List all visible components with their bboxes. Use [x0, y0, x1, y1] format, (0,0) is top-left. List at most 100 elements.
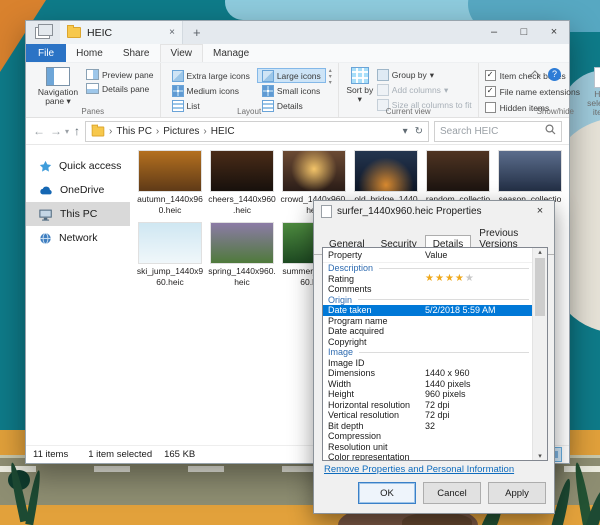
property-row[interactable]: Rating★★★★★	[323, 274, 533, 285]
file-thumbnail[interactable]	[211, 151, 273, 191]
chevron-down-icon: ▾	[67, 96, 71, 106]
navigation-pane-button[interactable]: Navigation pane ▾	[32, 67, 84, 106]
search-input[interactable]: Search HEIC	[434, 121, 562, 142]
layout-large-icons[interactable]: Large icons	[257, 68, 326, 83]
forward-icon[interactable]: →	[50, 124, 62, 138]
maximize-button[interactable]: □	[509, 21, 539, 44]
rating-star[interactable]: ★	[465, 273, 475, 284]
property-row[interactable]: Height960 pixels	[323, 389, 533, 400]
item-count: 11 items	[33, 449, 68, 460]
layout-extra-large-icons[interactable]: Extra large icons	[167, 68, 255, 83]
group-by-button[interactable]: Group by ▾	[377, 69, 472, 81]
file-thumbnail[interactable]	[499, 151, 561, 191]
close-button[interactable]: ×	[539, 21, 569, 44]
search-placeholder: Search HEIC	[440, 126, 498, 137]
refresh-icon[interactable]: ↻	[415, 126, 423, 137]
property-row[interactable]: Dimensions1440 x 960	[323, 368, 533, 379]
cancel-button[interactable]: Cancel	[423, 482, 481, 504]
tab-share[interactable]: Share	[113, 44, 160, 62]
sidebar-item-this-pc[interactable]: This PC	[26, 202, 130, 226]
property-row[interactable]: Resolution unit	[323, 442, 533, 453]
apply-button[interactable]: Apply	[488, 482, 546, 504]
sidebar-item-onedrive[interactable]: OneDrive	[26, 178, 130, 202]
back-icon[interactable]: ←	[33, 124, 45, 138]
property-row[interactable]: Compression	[323, 431, 533, 442]
scrollbar-thumb[interactable]	[535, 258, 545, 316]
property-row[interactable]: Vertical resolution72 dpi	[323, 410, 533, 421]
file-thumbnail[interactable]	[139, 223, 201, 263]
breadcrumb[interactable]: › This PC › Pictures › HEIC ▾ ↻	[85, 121, 429, 142]
breadcrumb-heic[interactable]: HEIC	[211, 126, 235, 137]
scroll-up-icon[interactable]: ▴	[538, 248, 542, 256]
tab-file[interactable]: File	[26, 44, 66, 62]
file-item[interactable]: ski_jump_1440x960.heic	[135, 223, 205, 295]
property-row[interactable]: Bit depth32	[323, 421, 533, 432]
remove-properties-link[interactable]: Remove Properties and Personal Informati…	[324, 464, 514, 475]
location-folder-icon	[92, 126, 105, 136]
property-row[interactable]: Image ID	[323, 358, 533, 369]
rating-star[interactable]: ★	[425, 273, 435, 284]
file-thumbnail[interactable]	[283, 151, 345, 191]
file-item[interactable]: cheers_1440x960.heic	[207, 151, 277, 223]
collapse-ribbon-icon[interactable]	[529, 70, 540, 81]
property-row[interactable]: Date taken5/2/2018 5:59 AM	[323, 305, 533, 316]
tab-close-icon[interactable]: ×	[169, 27, 175, 38]
tab-manage[interactable]: Manage	[203, 44, 259, 62]
layout-medium-icons[interactable]: Medium icons	[167, 83, 255, 98]
preview-pane-button[interactable]: Preview pane	[86, 69, 154, 80]
tab-home[interactable]: Home	[66, 44, 113, 62]
ok-button[interactable]: OK	[358, 482, 416, 504]
file-name: ski_jump_1440x960.heic	[137, 266, 203, 287]
title-bar[interactable]: HEIC × + – □ ×	[26, 21, 569, 44]
recent-locations-icon[interactable]: ▾	[65, 127, 69, 136]
breadcrumb-this-pc[interactable]: This PC	[116, 126, 152, 137]
column-value[interactable]: Value	[425, 250, 447, 260]
gallery-more-icon[interactable]: ▾	[329, 80, 332, 86]
dialog-title-bar[interactable]: surfer_1440x960.heic Properties ×	[314, 201, 554, 221]
rating-star[interactable]: ★	[445, 273, 455, 284]
sidebar-item-quick-access[interactable]: Quick access	[26, 154, 130, 178]
property-row[interactable]: Comments	[323, 284, 533, 295]
explorer-tab[interactable]: HEIC ×	[60, 21, 183, 44]
breadcrumb-pictures[interactable]: Pictures	[163, 126, 199, 137]
property-row[interactable]: Copyright	[323, 337, 533, 348]
property-row[interactable]: Horizontal resolution72 dpi	[323, 400, 533, 411]
new-tab-button[interactable]: +	[193, 25, 201, 40]
minimize-button[interactable]: –	[479, 21, 509, 44]
scroll-down-icon[interactable]: ▾	[538, 452, 542, 460]
file-thumbnail[interactable]	[211, 223, 273, 263]
file-item[interactable]: autumn_1440x960.heic	[135, 151, 205, 223]
column-property[interactable]: Property	[323, 250, 425, 260]
dialog-scrollbar[interactable]: ▴ ▾	[532, 248, 547, 460]
help-icon[interactable]: ?	[548, 68, 561, 81]
file-thumbnail[interactable]	[355, 151, 417, 191]
property-row[interactable]: Date acquired	[323, 326, 533, 337]
ribbon-checkbox[interactable]: ✓File name extensions	[485, 85, 580, 98]
sidebar-item-network[interactable]: Network	[26, 226, 130, 250]
tab-view[interactable]: View	[160, 44, 204, 62]
rating-star[interactable]: ★	[455, 273, 465, 284]
details-pane-button[interactable]: Details pane	[86, 83, 154, 94]
file-item[interactable]: spring_1440x960.heic	[207, 223, 277, 295]
sort-by-button[interactable]: Sort by ▾	[345, 67, 375, 104]
up-icon[interactable]: ↑	[74, 124, 80, 138]
this-pc-monitor-icon	[39, 208, 53, 221]
hide-selected-items-icon	[594, 67, 600, 88]
preview-pane-icon	[86, 69, 99, 80]
layout-small-icons[interactable]: Small icons	[257, 83, 326, 98]
property-section-header: Image	[323, 347, 533, 358]
property-row[interactable]: Program name	[323, 316, 533, 327]
search-icon[interactable]	[545, 124, 556, 138]
file-thumbnail[interactable]	[427, 151, 489, 191]
breadcrumb-separator: ›	[109, 126, 112, 137]
extra-large-icons-icon	[172, 70, 184, 82]
add-columns-button[interactable]: Add columns ▾	[377, 84, 472, 96]
address-dropdown-icon[interactable]: ▾	[403, 126, 408, 137]
property-row[interactable]: Width1440 pixels	[323, 379, 533, 390]
checkbox-icon[interactable]: ✓	[485, 86, 496, 97]
checkbox-icon[interactable]: ✓	[485, 70, 496, 81]
property-row[interactable]: Color representation	[323, 452, 533, 461]
dialog-close-icon[interactable]: ×	[526, 201, 554, 221]
rating-star[interactable]: ★	[435, 273, 445, 284]
file-thumbnail[interactable]	[139, 151, 201, 191]
